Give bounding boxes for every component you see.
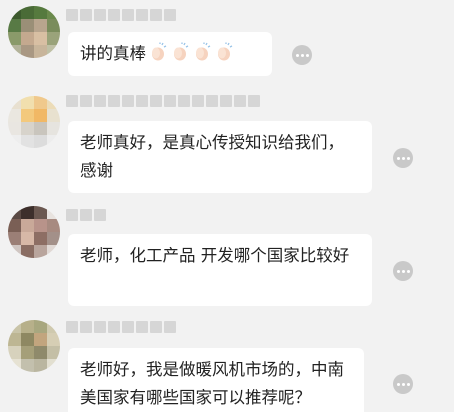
- comment-item: 老师真好，是真心传授知识给我们，感谢: [0, 90, 454, 202]
- avatar[interactable]: [8, 206, 60, 258]
- comment-text: 讲的真棒: [80, 44, 146, 63]
- comment-bubble[interactable]: 老师，化工产品 开发哪个国家比较好: [68, 234, 372, 306]
- nickname-blurred: [66, 94, 260, 108]
- more-options-icon[interactable]: [292, 45, 312, 65]
- nickname-blurred: [66, 320, 176, 334]
- more-options-icon[interactable]: [393, 374, 413, 394]
- comment-text: 老师真好，是真心传授知识给我们，感谢: [80, 133, 344, 180]
- avatar[interactable]: [8, 96, 60, 148]
- avatar[interactable]: [8, 320, 60, 372]
- comment-text: 老师，化工产品 开发哪个国家比较好: [80, 246, 350, 265]
- comment-bubble[interactable]: 老师好，我是做暖风机市场的，中南美国家有哪些国家可以推荐呢？: [68, 348, 364, 412]
- clapping-hands-icon: [152, 42, 167, 61]
- comment-item: 老师好，我是做暖风机市场的，中南美国家有哪些国家可以推荐呢？: [0, 314, 454, 412]
- more-options-icon[interactable]: [393, 261, 413, 281]
- nickname-blurred: [66, 8, 176, 22]
- clapping-hands-icon: [196, 42, 211, 61]
- comment-text: 老师好，我是做暖风机市场的，中南美国家有哪些国家可以推荐呢？: [80, 360, 344, 407]
- avatar[interactable]: [8, 6, 60, 58]
- comment-item: 讲的真棒: [0, 0, 454, 90]
- more-options-icon[interactable]: [393, 148, 413, 168]
- comment-item: 老师，化工产品 开发哪个国家比较好: [0, 202, 454, 314]
- comment-bubble[interactable]: 讲的真棒: [68, 32, 272, 76]
- clapping-hands-icon: [174, 42, 189, 61]
- nickname-blurred: [66, 208, 106, 222]
- comment-bubble[interactable]: 老师真好，是真心传授知识给我们，感谢: [68, 121, 372, 193]
- clapping-hands-icon: [218, 42, 233, 61]
- comment-list: 讲的真棒 老师真好，是真心传授知识给我们，感谢 老师，化工产品 开发哪个国家比较…: [0, 0, 454, 412]
